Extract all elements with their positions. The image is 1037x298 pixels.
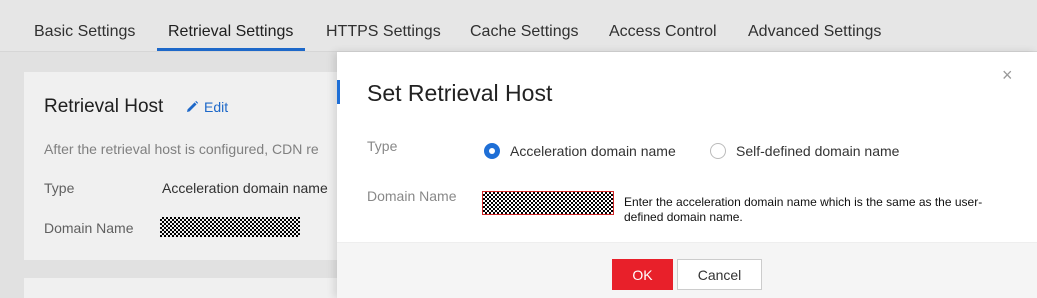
radio-self-defined-domain[interactable]: Self-defined domain name [710, 143, 899, 159]
domain-name-hint: Enter the acceleration domain name which… [624, 195, 983, 224]
ok-button[interactable]: OK [612, 259, 673, 290]
dialog-footer: OK Cancel [337, 242, 1037, 298]
domain-name-input[interactable] [482, 191, 614, 215]
radio-label: Self-defined domain name [736, 143, 900, 159]
type-field-label: Type [367, 138, 398, 154]
dialog-title: Set Retrieval Host [367, 80, 553, 106]
radio-unchecked-icon [710, 143, 726, 159]
radio-acceleration-domain[interactable]: Acceleration domain name [484, 143, 676, 159]
radio-label: Acceleration domain name [510, 143, 676, 159]
domain-name-field-label: Domain Name [367, 188, 457, 204]
close-icon[interactable]: × [1002, 66, 1013, 84]
set-retrieval-host-dialog: Set Retrieval Host × Type Acceleration d… [337, 52, 1037, 298]
radio-checked-icon [484, 143, 500, 159]
title-accent-bar [337, 80, 340, 104]
cancel-button[interactable]: Cancel [677, 259, 762, 290]
